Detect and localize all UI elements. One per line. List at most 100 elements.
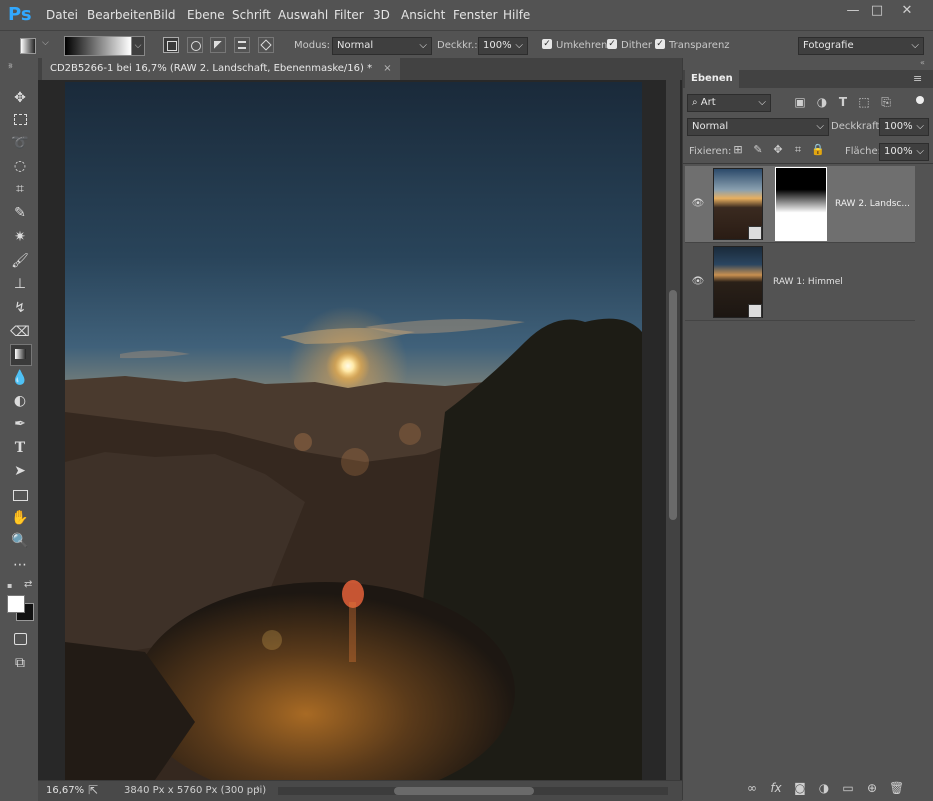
menu-datei[interactable]: Datei [46, 8, 78, 22]
dither-checkbox[interactable]: ✓ [607, 39, 617, 49]
shape-filter-icon[interactable]: ⬚ [857, 95, 871, 109]
gradient-picker-dropdown-icon[interactable]: ⌵ [131, 36, 145, 56]
menu-ebene[interactable]: Ebene [187, 8, 225, 22]
reflected-gradient-icon[interactable] [234, 37, 250, 53]
menu-fenster[interactable]: Fenster [453, 8, 498, 22]
menu-filter[interactable]: Filter [334, 8, 364, 22]
more-tools-icon[interactable]: ⋯ [10, 555, 30, 575]
layer-style-icon[interactable]: fx [769, 781, 783, 795]
angle-gradient-icon[interactable] [210, 37, 226, 53]
panel-menu-icon[interactable]: ≡ [913, 72, 922, 85]
menu-auswahl[interactable]: Auswahl [278, 8, 328, 22]
lasso-tool-icon[interactable]: ➰ [10, 133, 30, 153]
vertical-scrollbar[interactable] [666, 80, 680, 780]
blur-tool-icon[interactable]: 💧 [10, 368, 30, 388]
scrollbar-thumb[interactable] [669, 290, 677, 520]
quick-selection-tool-icon[interactable]: ◌ [10, 156, 30, 176]
chevron-down-icon[interactable]: ⌵ [42, 38, 49, 48]
new-group-icon[interactable]: ▭ [841, 781, 855, 795]
stamp-tool-icon[interactable]: ⊥ [10, 274, 30, 294]
tab-close-icon[interactable]: × [383, 63, 391, 74]
add-mask-icon[interactable]: ◙ [793, 781, 807, 795]
move-tool-icon[interactable]: ✥ [10, 88, 30, 108]
smart-object-filter-icon[interactable]: ⎘ [879, 95, 893, 110]
layer-name[interactable]: RAW 2. Landsc... [835, 199, 910, 209]
link-layers-icon[interactable]: ∞ [745, 781, 759, 795]
opacity-input[interactable]: 100% ⌵ [879, 118, 929, 136]
collapse-arrows-icon[interactable]: « [920, 58, 925, 67]
menu-schrift[interactable]: Schrift [232, 8, 271, 22]
share-icon[interactable]: ⇱ [88, 783, 98, 797]
pen-tool-icon[interactable]: ✒ [10, 414, 30, 434]
canvas-area[interactable] [38, 80, 682, 780]
gradient-tool-icon[interactable] [10, 344, 32, 366]
visibility-eye-icon[interactable]: 👁 [691, 198, 705, 209]
scrollbar-thumb[interactable] [394, 787, 534, 795]
blend-mode-select[interactable]: Normal ⌵ [687, 118, 829, 136]
chevron-right-icon[interactable]: › [256, 783, 260, 794]
gradient-tool-preset-icon[interactable] [20, 38, 36, 54]
restore-button[interactable]: □ [865, 2, 889, 20]
zoom-level[interactable]: 16,67% [46, 785, 84, 796]
collapse-arrows-icon[interactable]: » [8, 62, 13, 71]
menu-bearbeiten[interactable]: Bearbeiten [87, 8, 153, 22]
layer-row-himmel[interactable]: 👁 RAW 1: Himmel [685, 244, 915, 321]
menu-ansicht[interactable]: Ansicht [401, 8, 445, 22]
horizontal-scrollbar[interactable] [278, 787, 668, 795]
minimize-button[interactable]: — [841, 2, 865, 20]
default-colors-icon[interactable]: ▪ [7, 581, 12, 590]
eyedropper-tool-icon[interactable]: ✎ [10, 203, 30, 223]
new-layer-icon[interactable]: ⊕ [865, 781, 879, 795]
hand-tool-icon[interactable]: ✋ [10, 508, 30, 528]
adjustment-filter-icon[interactable]: ◑ [815, 95, 829, 109]
workspace-select[interactable]: Fotografie ⌵ [798, 37, 924, 55]
crop-tool-icon[interactable]: ⌗ [10, 179, 30, 199]
modus-select[interactable]: Normal ⌵ [332, 37, 432, 55]
menu-hilfe[interactable]: Hilfe [503, 8, 530, 22]
lock-position-icon[interactable]: ✥ [771, 143, 785, 156]
document-image[interactable] [65, 82, 642, 780]
menu-3d[interactable]: 3D [373, 8, 390, 22]
diamond-gradient-icon[interactable] [258, 37, 274, 53]
gradient-preview[interactable] [64, 36, 132, 56]
radial-gradient-icon[interactable] [187, 37, 203, 53]
path-selection-tool-icon[interactable]: ➤ [10, 461, 30, 481]
adjustment-layer-icon[interactable]: ◑ [817, 781, 831, 795]
quick-mask-icon[interactable] [10, 629, 30, 649]
marquee-tool-icon[interactable] [10, 110, 30, 130]
lock-image-icon[interactable]: ✎ [751, 143, 765, 156]
menu-bild[interactable]: Bild [153, 8, 176, 22]
type-filter-icon[interactable]: T [836, 95, 850, 109]
zoom-tool-icon[interactable]: 🔍 [10, 531, 30, 551]
tab-ebenen[interactable]: Ebenen [685, 70, 739, 88]
eraser-tool-icon[interactable]: ⌫ [10, 322, 30, 342]
layer-mask-thumbnail[interactable] [775, 167, 827, 241]
umkehren-checkbox[interactable]: ✓ [542, 39, 552, 49]
screen-mode-icon[interactable]: ⧉ [10, 653, 30, 673]
pixel-filter-icon[interactable]: ▣ [793, 95, 807, 109]
patch-tool-icon[interactable]: ✷ [10, 227, 30, 247]
layer-filter-select[interactable]: ⌕ Art ⌵ [687, 94, 771, 112]
filter-toggle-icon[interactable] [916, 96, 924, 108]
document-tab[interactable]: CD2B5266-1 bei 16,7% (RAW 2. Landschaft,… [42, 58, 400, 80]
history-brush-tool-icon[interactable]: ↯ [10, 298, 30, 318]
foreground-color-swatch[interactable] [7, 595, 25, 613]
layer-name[interactable]: RAW 1: Himmel [773, 277, 843, 287]
lens-flare [294, 433, 312, 451]
fill-input[interactable]: 100% ⌵ [879, 143, 929, 161]
lock-all-icon[interactable]: 🔒 [811, 143, 825, 156]
visibility-eye-icon[interactable]: 👁 [691, 276, 705, 287]
type-tool-icon[interactable]: T [10, 438, 30, 458]
brush-tool-icon[interactable]: 🖌 [10, 251, 30, 271]
close-button[interactable]: ✕ [895, 2, 919, 20]
deckkr-input[interactable]: 100% ⌵ [478, 37, 528, 55]
lock-artboard-icon[interactable]: ⌗ [791, 143, 805, 157]
linear-gradient-icon[interactable] [163, 37, 179, 53]
rectangle-tool-icon[interactable] [10, 485, 30, 505]
delete-layer-icon[interactable]: 🗑 [889, 781, 904, 795]
layer-row-landschaft[interactable]: 👁 RAW 2. Landsc... [685, 166, 915, 243]
dodge-tool-icon[interactable]: ◐ [10, 391, 30, 411]
transparenz-checkbox[interactable]: ✓ [655, 39, 665, 49]
swap-colors-icon[interactable]: ⇄ [24, 579, 32, 590]
lock-transparency-icon[interactable]: ⊞ [731, 143, 745, 156]
